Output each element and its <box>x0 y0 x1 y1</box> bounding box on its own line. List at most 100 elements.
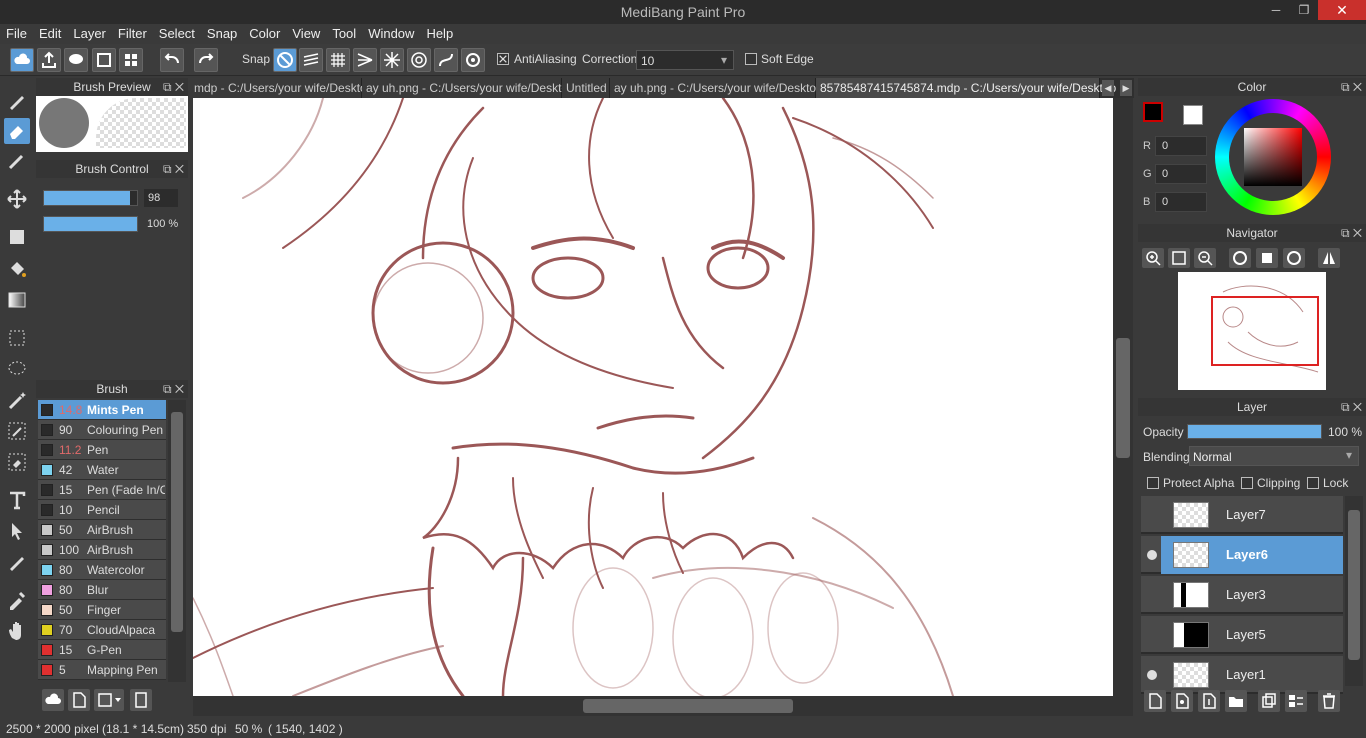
select-pen-tool-icon[interactable] <box>4 418 30 444</box>
antialiasing-checkbox[interactable] <box>497 53 509 65</box>
snap-curve-icon[interactable] <box>434 48 458 72</box>
tab-scroll-left-icon[interactable]: ◀ <box>1102 80 1114 96</box>
menu-file[interactable]: File <box>0 24 33 44</box>
brush-item[interactable]: 100 AirBrush <box>38 540 166 560</box>
lock-checkbox[interactable] <box>1307 477 1319 489</box>
clipping-checkbox[interactable] <box>1241 477 1253 489</box>
scroll-thumb[interactable] <box>1348 510 1360 660</box>
layer-visibility-icon[interactable] <box>1147 550 1157 560</box>
menu-view[interactable]: View <box>286 24 326 44</box>
brush-item[interactable]: 80 Watercolor <box>38 560 166 580</box>
tab-document-4[interactable]: ay uh.png - C:/Users/your wife/Desktop <box>610 78 823 98</box>
move-tool-icon[interactable] <box>4 186 30 212</box>
gradient-tool-icon[interactable] <box>4 287 30 313</box>
panel-close-icon[interactable]: ⧉ ✕ <box>163 380 184 398</box>
tab-document-2[interactable]: ay uh.png - C:/Users/your wife/Desktop <box>362 78 575 98</box>
g-input[interactable]: 0 <box>1155 164 1207 184</box>
snap-circle-icon[interactable] <box>407 48 431 72</box>
select-rect-tool-icon[interactable] <box>4 325 30 351</box>
brush-size-value[interactable]: 98 <box>144 189 178 207</box>
brush-item[interactable]: 50 Finger <box>38 600 166 620</box>
foreground-color-swatch[interactable] <box>1143 102 1163 122</box>
rotate-right-icon[interactable] <box>1283 248 1305 268</box>
soft-edge-checkbox[interactable] <box>745 53 757 65</box>
lasso-tool-icon[interactable] <box>4 356 30 382</box>
brush-item[interactable]: 11.2 Pen <box>38 440 166 460</box>
r-input[interactable]: 0 <box>1155 136 1207 156</box>
layer-list-scrollbar[interactable] <box>1345 496 1363 686</box>
brush-item[interactable]: 10 Pencil <box>38 500 166 520</box>
text-tool-icon[interactable] <box>4 487 30 513</box>
panel-close-icon[interactable]: ⧉ ✕ <box>1341 78 1362 96</box>
brush-item[interactable]: 90 Colouring Pen <box>38 420 166 440</box>
brush-item[interactable]: 15 Pen (Fade In/Out) <box>38 480 166 500</box>
brush-opacity-slider[interactable] <box>43 216 138 232</box>
layer-opacity-slider[interactable] <box>1187 424 1322 439</box>
zoom-out-icon[interactable] <box>1194 248 1216 268</box>
snap-settings-icon[interactable] <box>461 48 485 72</box>
brush-size-slider[interactable] <box>43 190 138 206</box>
blending-select[interactable]: Normal ▾ <box>1189 446 1359 466</box>
navigator-preview[interactable] <box>1178 272 1326 390</box>
operation-tool-icon[interactable] <box>4 518 30 544</box>
layer-row[interactable]: Layer7 <box>1141 496 1343 534</box>
saturation-value-square[interactable] <box>1244 128 1302 186</box>
new-halftone-layer-icon[interactable] <box>1171 690 1193 712</box>
cloud-brush-icon[interactable] <box>42 689 64 711</box>
layer-row[interactable]: Layer6 <box>1141 536 1343 574</box>
divide-tool-icon[interactable] <box>4 549 30 575</box>
panel-close-icon[interactable]: ⧉ ✕ <box>1341 224 1362 242</box>
eyedropper-tool-icon[interactable] <box>4 587 30 613</box>
cloud-icon[interactable] <box>10 48 34 72</box>
canvas-horizontal-scrollbar[interactable] <box>193 696 1133 716</box>
panel-close-icon[interactable]: ⧉ ✕ <box>163 160 184 178</box>
select-eraser-tool-icon[interactable] <box>4 449 30 475</box>
close-window-button[interactable]: ✕ <box>1318 0 1366 20</box>
brush-settings-icon[interactable] <box>130 689 152 711</box>
upload-icon[interactable] <box>37 48 61 72</box>
scroll-thumb[interactable] <box>583 699 793 713</box>
tab-document-active[interactable]: 85785487415745874.mdp - C:/Users/your wi… <box>816 78 1116 98</box>
scroll-thumb[interactable] <box>1116 338 1130 458</box>
duplicate-layer-icon[interactable] <box>1258 690 1280 712</box>
menu-select[interactable]: Select <box>153 24 201 44</box>
scroll-thumb[interactable] <box>171 412 183 632</box>
tab-document-3[interactable]: Untitled <box>562 78 610 98</box>
menu-tool[interactable]: Tool <box>326 24 362 44</box>
menu-color[interactable]: Color <box>243 24 286 44</box>
menu-filter[interactable]: Filter <box>112 24 153 44</box>
comment-icon[interactable] <box>64 48 88 72</box>
new-layer-icon[interactable] <box>1144 690 1166 712</box>
undo-icon[interactable] <box>160 48 184 72</box>
dot-tool-icon[interactable] <box>4 148 30 174</box>
new-brush-icon[interactable] <box>68 689 90 711</box>
protect-alpha-checkbox[interactable] <box>1147 477 1159 489</box>
background-color-swatch[interactable] <box>1183 105 1203 125</box>
menu-window[interactable]: Window <box>362 24 420 44</box>
panel-layout-icon[interactable] <box>119 48 143 72</box>
eraser-tool-icon[interactable] <box>4 118 30 144</box>
fit-screen-icon[interactable] <box>1168 248 1190 268</box>
reset-rotation-icon[interactable] <box>1256 248 1278 268</box>
layer-row[interactable]: Layer1 <box>1141 656 1343 694</box>
menu-edit[interactable]: Edit <box>33 24 67 44</box>
rotate-left-icon[interactable] <box>1229 248 1251 268</box>
bucket-tool-icon[interactable] <box>4 256 30 282</box>
tab-document-1[interactable]: mdp - C:/Users/your wife/Desktop <box>190 78 373 98</box>
brush-item[interactable]: 42 Water <box>38 460 166 480</box>
tab-scroll-right-icon[interactable]: ▶ <box>1120 80 1132 96</box>
new-folder-icon[interactable] <box>1225 690 1247 712</box>
flip-horizontal-icon[interactable] <box>1318 248 1340 268</box>
material-icon[interactable] <box>92 48 116 72</box>
brush-list-scrollbar[interactable] <box>168 400 186 682</box>
delete-layer-icon[interactable] <box>1318 690 1340 712</box>
snap-burst-icon[interactable] <box>380 48 404 72</box>
b-input[interactable]: 0 <box>1155 192 1207 212</box>
brush-item[interactable]: 70 CloudAlpaca <box>38 620 166 640</box>
brush-menu-icon[interactable] <box>94 689 124 711</box>
panel-close-icon[interactable]: ⧉ ✕ <box>163 78 184 96</box>
layer-row[interactable]: Layer3 <box>1141 576 1343 614</box>
brush-tool-icon[interactable] <box>4 88 30 114</box>
menu-layer[interactable]: Layer <box>67 24 112 44</box>
brush-item[interactable]: 50 AirBrush <box>38 520 166 540</box>
